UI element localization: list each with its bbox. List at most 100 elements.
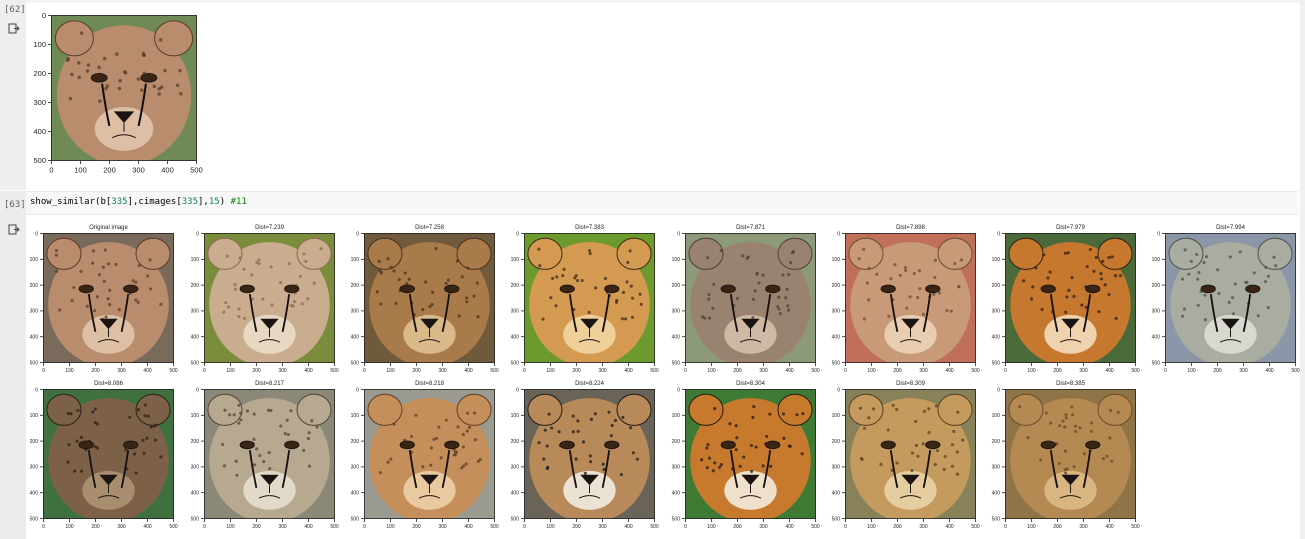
y-tick-label: 100 [1152, 257, 1161, 263]
x-tick-label: 100 [1027, 368, 1036, 374]
fur-spot [891, 403, 895, 407]
y-tick-label: 300 [992, 309, 1001, 315]
fur-spot [455, 259, 459, 263]
fur-spot [235, 473, 239, 477]
output-toggle-icon[interactable] [8, 23, 20, 35]
animal-ear [456, 237, 492, 270]
fur-spot [237, 307, 241, 311]
fur-spot [776, 305, 780, 309]
y-tick-label: 0 [1157, 231, 1160, 237]
fur-spot [142, 451, 146, 455]
fur-spot [735, 436, 739, 440]
fur-spot [751, 415, 755, 419]
fur-spot [131, 279, 135, 283]
y-tick-label: 100 [33, 40, 46, 49]
fur-spot [67, 443, 71, 447]
fur-spot [429, 463, 433, 467]
code-line[interactable]: show_similar(b[335],cimages[335],15) #11 [30, 197, 247, 207]
cell-prompt-63: [63] [4, 200, 26, 210]
fur-spot [1203, 293, 1207, 297]
animal-eye [925, 284, 941, 294]
code-cell-63[interactable]: show_similar(b[335],cimages[335],15) #11 [26, 191, 1298, 215]
fur-spot [134, 280, 138, 284]
fur-spot [589, 460, 593, 464]
x-tick-label: 200 [91, 368, 100, 374]
image-title: Dist=7.979 [1056, 225, 1085, 231]
x-tick-label: 500 [490, 368, 499, 374]
fur-spot [571, 430, 575, 434]
fur-spot [862, 247, 866, 251]
y-tick-label: 500 [672, 360, 681, 366]
fur-spot [786, 308, 791, 312]
y-tick-label: 300 [511, 465, 520, 471]
fur-spot [1101, 259, 1105, 263]
x-tick-label: 100 [386, 524, 395, 530]
image-title: Dist=8.086 [94, 381, 123, 387]
fur-spot [1189, 259, 1193, 263]
x-tick-label: 500 [1131, 524, 1140, 530]
y-tick-label: 100 [992, 257, 1001, 263]
x-tick-label: 100 [1027, 524, 1036, 530]
animal-eye [90, 72, 108, 83]
fur-spot [394, 301, 398, 306]
image-axes: 01002003004005000 100 200 300 400 500 [351, 387, 499, 530]
fur-spot [1099, 272, 1103, 276]
fur-spot [1195, 252, 1199, 257]
fur-spot [58, 308, 62, 312]
x-tick-label: 200 [893, 524, 902, 530]
fur-spot [1204, 255, 1209, 259]
image-title: Original image [89, 225, 128, 231]
x-tick-label: 500 [1131, 368, 1140, 374]
animal-eye [880, 284, 896, 294]
fur-spot [69, 412, 73, 416]
y-tick-label: 300 [30, 309, 39, 315]
fur-spot [932, 292, 936, 297]
image-axes: 01002003004005000 100 200 300 400 500 [351, 231, 499, 374]
fur-spot [588, 454, 592, 458]
image-axes: 01002003004005000 100 200 300 400 500 [672, 231, 820, 374]
fur-spot [1107, 292, 1111, 297]
fur-spot [386, 460, 390, 464]
fur-spot [279, 281, 283, 285]
image-title: Dist=8.304 [736, 381, 765, 387]
fur-spot [934, 404, 938, 408]
y-tick-label: 400 [511, 490, 520, 496]
fur-spot [957, 284, 961, 289]
notebook-scrollbar[interactable] [1300, 0, 1305, 539]
fur-spot [1274, 264, 1278, 268]
x-tick-label: 0 [523, 524, 526, 530]
fur-spot [751, 316, 755, 320]
fur-spot [561, 274, 565, 278]
image-title: Dist=8.385 [1056, 381, 1085, 387]
y-tick-label: 400 [351, 334, 360, 340]
fur-spot [735, 296, 740, 300]
animal-ear [1008, 237, 1044, 270]
fur-spot [769, 464, 773, 468]
fur-spot [1063, 468, 1067, 472]
y-tick-label: 300 [191, 465, 200, 471]
fur-spot [956, 410, 960, 414]
y-tick-label: 500 [191, 516, 200, 522]
output-toggle-icon[interactable] [8, 224, 20, 236]
fur-spot [302, 448, 306, 452]
fur-spot [1065, 295, 1069, 299]
image-title: Dist=7.898 [896, 225, 925, 231]
y-tick-label: 300 [832, 309, 841, 315]
fur-spot [267, 408, 271, 412]
animal-eye [925, 440, 941, 450]
fur-spot [706, 256, 710, 260]
y-tick-label: 0 [196, 231, 199, 237]
similar-image-plot: 0 100 200 300 400 500 0 100 200 300 400 500 [511, 231, 659, 374]
code-comment: #11 [230, 197, 247, 207]
fur-spot [933, 463, 937, 467]
fur-spot [1114, 274, 1118, 278]
fur-spot [1034, 266, 1038, 270]
x-tick-label: 500 [811, 368, 820, 374]
fur-spot [287, 262, 291, 266]
fur-spot [136, 300, 140, 304]
y-tick-label: 100 [191, 257, 200, 263]
fur-spot [146, 274, 150, 278]
fur-spot [1073, 424, 1078, 428]
fur-spot [1244, 280, 1248, 284]
fur-spot [245, 409, 249, 413]
